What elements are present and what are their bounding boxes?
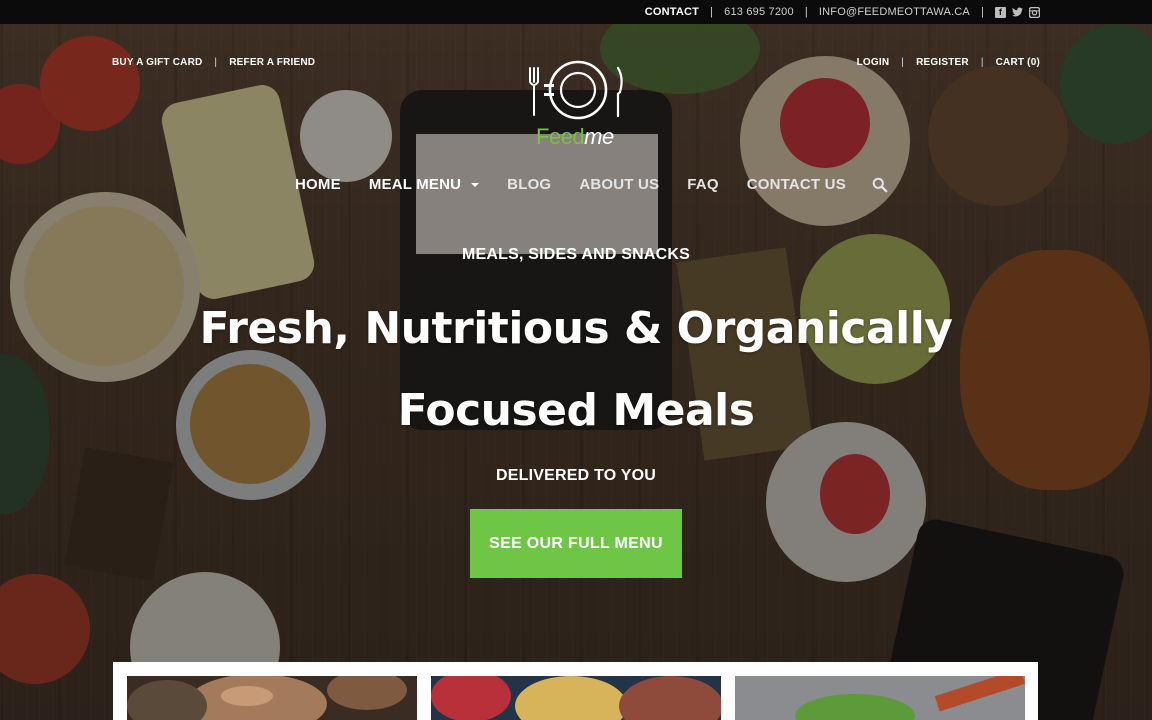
- login-link[interactable]: LOGIN: [857, 57, 890, 68]
- instagram-icon[interactable]: [1029, 6, 1040, 18]
- search-icon[interactable]: [872, 177, 888, 193]
- nav-home[interactable]: HOME: [295, 176, 341, 193]
- see-full-menu-button[interactable]: SEE OUR FULL MENU: [470, 509, 682, 578]
- contact-link[interactable]: CONTACT: [645, 6, 699, 18]
- register-link[interactable]: REGISTER: [916, 57, 969, 68]
- twitter-icon[interactable]: [1012, 6, 1023, 18]
- divider: |: [980, 6, 984, 18]
- chevron-down-icon: [471, 183, 480, 188]
- plate-cutlery-icon: [529, 60, 623, 120]
- header-right-links: LOGIN | REGISTER | CART (0): [857, 57, 1040, 68]
- divider: |: [804, 6, 808, 18]
- nav-meal-menu-label: MEAL MENU: [368, 176, 462, 193]
- facebook-icon[interactable]: f: [995, 6, 1006, 18]
- email-link[interactable]: INFO@FEEDMEOTTAWA.CA: [819, 6, 970, 18]
- social-links: f: [995, 6, 1040, 18]
- logo-wordmark[interactable]: Feedme: [536, 124, 614, 150]
- feature-card-image-grains[interactable]: [431, 676, 721, 720]
- cart-link[interactable]: CART (0): [996, 57, 1040, 68]
- phone-link[interactable]: 613 695 7200: [724, 6, 794, 18]
- hero-eyebrow: MEALS, SIDES AND SNACKS: [461, 246, 691, 263]
- divider: |: [980, 57, 984, 68]
- divider: |: [710, 6, 714, 18]
- header-left-links: BUY A GIFT CARD | REFER A FRIEND: [112, 57, 315, 68]
- feature-card-image-mushrooms[interactable]: [127, 676, 417, 720]
- feature-cards-panel: [113, 662, 1038, 720]
- nav-about-us[interactable]: ABOUT US: [579, 176, 659, 193]
- hero-subline: DELIVERED TO YOU: [496, 467, 656, 484]
- nav-contact-us[interactable]: CONTACT US: [747, 176, 846, 193]
- logo-me-text: me: [584, 124, 614, 149]
- buy-gift-card-link[interactable]: BUY A GIFT CARD: [112, 57, 202, 68]
- hero-headline: Fresh, Nutritious & Organically Focused …: [199, 303, 953, 436]
- logo-feed-text: Feed: [536, 124, 585, 149]
- nav-meal-menu[interactable]: MEAL MENU: [368, 176, 480, 193]
- nav-blog[interactable]: BLOG: [507, 176, 551, 193]
- main-navigation: HOME MEAL MENU BLOG ABOUT US FAQ CONTACT…: [295, 176, 888, 193]
- refer-friend-link[interactable]: REFER A FRIEND: [229, 57, 315, 68]
- divider: |: [214, 57, 218, 68]
- feature-card-image-basil[interactable]: [735, 676, 1025, 720]
- divider: |: [901, 57, 905, 68]
- top-utility-bar: CONTACT | 613 695 7200 | INFO@FEEDMEOTTA…: [0, 0, 1152, 24]
- nav-faq[interactable]: FAQ: [687, 176, 718, 193]
